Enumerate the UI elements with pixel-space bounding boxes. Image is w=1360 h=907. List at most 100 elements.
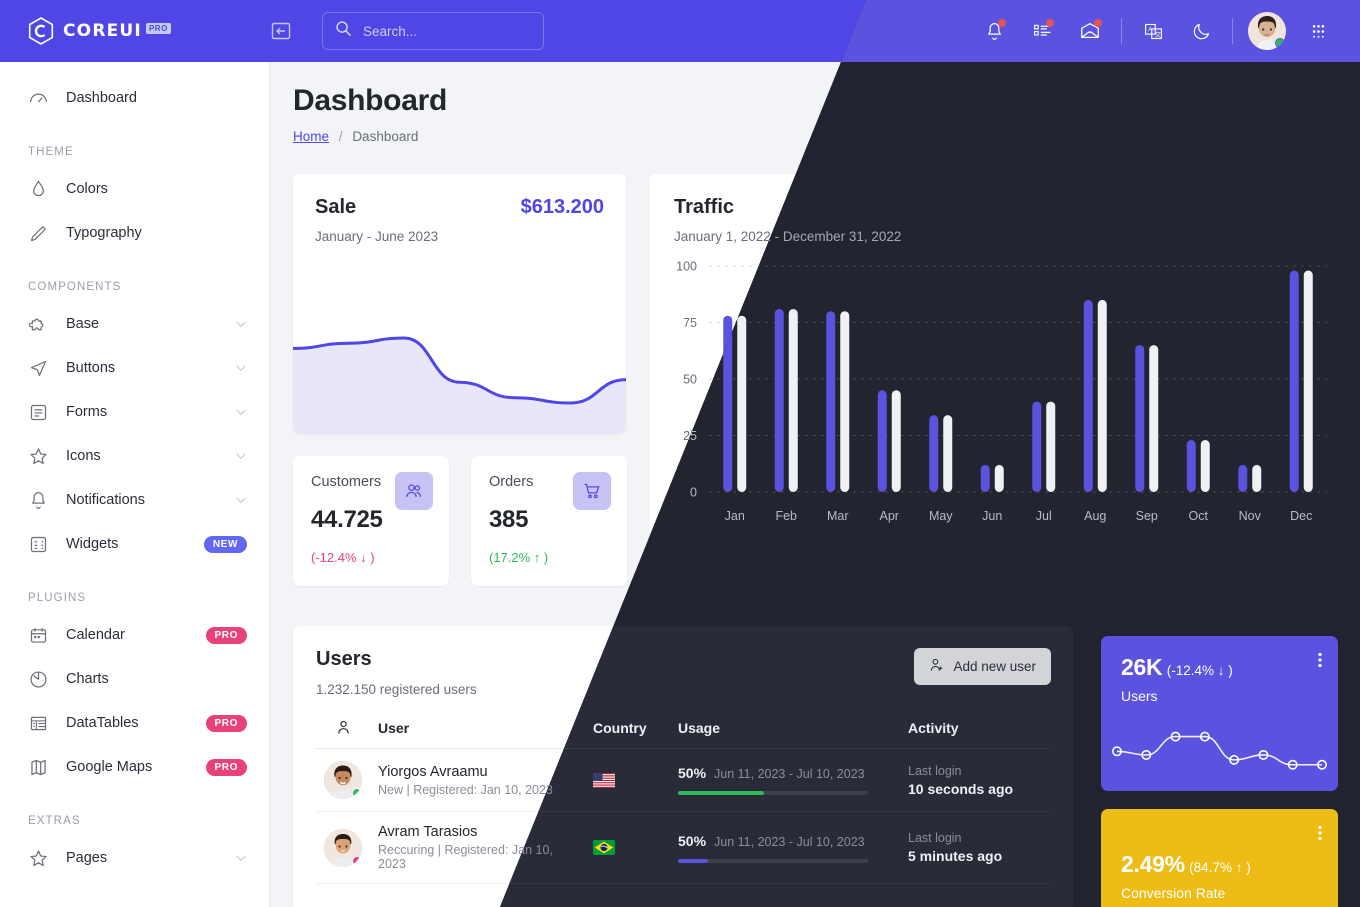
sidebar-badge-pro: PRO bbox=[205, 758, 247, 776]
sidebar-item-label: Widgets bbox=[66, 536, 119, 552]
mini-cards-row: Customers 44.725 (-12.4% ↓ ) Orders 385 bbox=[293, 456, 627, 586]
sidebar-badge-new: NEW bbox=[203, 535, 247, 553]
sidebar-item-label: Google Maps bbox=[66, 759, 153, 775]
svg-text:Sep: Sep bbox=[1136, 509, 1158, 523]
svg-text:Nov: Nov bbox=[1239, 509, 1262, 523]
add-user-button[interactable]: Add new user bbox=[914, 648, 1051, 685]
sidebar-item-google-maps[interactable]: Google Maps PRO bbox=[0, 745, 269, 789]
customers-delta: (-12.4% ↓ ) bbox=[311, 550, 375, 565]
sidebar: Dashboard THEME Colors Typography COMPONENTS… bbox=[0, 62, 270, 907]
svg-text:Apr: Apr bbox=[880, 509, 899, 523]
sidebar-section-title: COMPONENTS bbox=[28, 281, 122, 293]
widget-column: 26K (-12.4% ↓ ) Users 2.49% (84.7% ↑ ) C… bbox=[1101, 636, 1338, 907]
cell-activity: Last login 5 minutes ago bbox=[900, 811, 1050, 884]
search-input[interactable] bbox=[363, 23, 523, 39]
users-title: Users bbox=[316, 648, 372, 670]
avatar[interactable] bbox=[1248, 12, 1286, 50]
status-badge bbox=[352, 855, 362, 866]
add-user-label: Add new user bbox=[953, 659, 1036, 674]
cell-usage: 50% Jun 11, 2023 - Jul 10, 2023 bbox=[670, 811, 900, 884]
orders-card: Orders 385 (17.2% ↑ ) bbox=[471, 456, 627, 586]
translate-icon[interactable]: A 文 bbox=[1129, 11, 1177, 51]
sidebar-item-notifications[interactable]: Notifications bbox=[0, 478, 269, 522]
svg-text:Dec: Dec bbox=[1290, 509, 1312, 523]
cell-country bbox=[585, 748, 670, 812]
sidebar-item-icons[interactable]: Icons bbox=[0, 434, 269, 478]
star-icon bbox=[28, 848, 49, 869]
map-icon bbox=[28, 757, 49, 778]
moon-icon[interactable] bbox=[1177, 11, 1225, 51]
svg-text:Jul: Jul bbox=[1036, 509, 1052, 523]
brand-pro-badge: PRO bbox=[145, 22, 171, 34]
sidebar-item-widgets[interactable]: Widgets NEW bbox=[0, 522, 269, 566]
sidebar-badge-pro: PRO bbox=[205, 626, 247, 644]
cell-activity: Last login 10 seconds ago bbox=[900, 748, 1050, 812]
sidebar-item-pages[interactable]: Pages bbox=[0, 836, 269, 880]
table-row[interactable]: Avram Tarasios Reccuring | Registered: Ja… bbox=[316, 811, 1050, 884]
svg-text:Mar: Mar bbox=[827, 509, 849, 523]
chevron-down-icon bbox=[235, 450, 247, 462]
grid-icon[interactable] bbox=[1294, 11, 1342, 51]
sidebar-item-typography[interactable]: Typography bbox=[0, 211, 269, 255]
sidebar-item-datatables[interactable]: DataTables PRO bbox=[0, 701, 269, 745]
sidebar-item-charts[interactable]: Charts bbox=[0, 657, 269, 701]
calculator-icon bbox=[28, 534, 49, 555]
header-divider-1 bbox=[1121, 18, 1122, 44]
header-divider-2 bbox=[1232, 18, 1233, 44]
sidebar-item-label: DataTables bbox=[66, 715, 139, 731]
sale-title: Sale bbox=[315, 196, 357, 218]
breadcrumb-home[interactable]: Home bbox=[293, 129, 329, 144]
svg-text:75: 75 bbox=[683, 316, 697, 330]
sidebar-item-dashboard[interactable]: Dashboard bbox=[0, 76, 269, 120]
sidebar-item-label: Charts bbox=[66, 671, 109, 687]
sidebar-item-forms[interactable]: Forms bbox=[0, 390, 269, 434]
activity-value: 5 minutes ago bbox=[908, 848, 1003, 864]
bell-badge-dot bbox=[998, 19, 1006, 27]
envelope-icon[interactable] bbox=[1066, 11, 1114, 51]
table-icon bbox=[28, 713, 49, 734]
envelope-badge-dot bbox=[1094, 19, 1102, 27]
conversion-widget-delta: (84.7% ↑ ) bbox=[1189, 860, 1251, 875]
breadcrumb-current: Dashboard bbox=[352, 129, 419, 144]
users-card: Users 1.232.150 registered users Add new… bbox=[293, 626, 1073, 907]
svg-text:0: 0 bbox=[690, 486, 697, 500]
svg-text:50: 50 bbox=[683, 373, 697, 387]
orders-delta: (17.2% ↑ ) bbox=[489, 550, 549, 565]
page-title: Dashboard bbox=[293, 84, 447, 117]
sale-amount: $613.200 bbox=[520, 196, 604, 218]
brand-text: COREUI bbox=[63, 21, 142, 41]
cell-avatar bbox=[316, 748, 370, 812]
user-name: Avram Tarasios bbox=[378, 824, 478, 840]
breadcrumb: Home / Dashboard bbox=[293, 129, 1338, 144]
calendar-icon bbox=[28, 625, 49, 646]
users-table-wrap: User Country Usage Activity Yiorgos Avra… bbox=[293, 719, 1073, 884]
users-widget-label: Users bbox=[1121, 688, 1158, 704]
chart-pie-icon bbox=[28, 669, 49, 690]
speedometer-icon bbox=[28, 88, 49, 109]
widget-menu-icon[interactable] bbox=[1318, 825, 1322, 846]
sidebar-item-colors[interactable]: Colors bbox=[0, 167, 269, 211]
sidebar-item-buttons[interactable]: Buttons bbox=[0, 346, 269, 390]
svg-text:A: A bbox=[1148, 26, 1153, 33]
bell-icon bbox=[28, 490, 49, 511]
svg-text:Oct: Oct bbox=[1189, 509, 1209, 523]
table-row[interactable]: Yiorgos Avraamu New | Registered: Jan 10,… bbox=[316, 748, 1050, 812]
pencil-icon bbox=[28, 223, 49, 244]
sidebar-item-calendar[interactable]: Calendar PRO bbox=[0, 613, 269, 657]
activity-label: Last login bbox=[908, 763, 962, 778]
sidebar-section-title: PLUGINS bbox=[28, 592, 87, 604]
bell-icon[interactable] bbox=[970, 11, 1018, 51]
users-card-header: Users 1.232.150 registered users Add new… bbox=[293, 626, 1073, 697]
sidebar-item-label: Notifications bbox=[66, 492, 145, 508]
sale-card-header: Sale $613.200 bbox=[293, 174, 626, 219]
list-badge-dot bbox=[1046, 19, 1054, 27]
sidebar-item-base[interactable]: Base bbox=[0, 302, 269, 346]
brand[interactable]: COREUI PRO bbox=[0, 17, 270, 45]
cell-usage: 50% Jun 11, 2023 - Jul 10, 2023 bbox=[670, 748, 900, 812]
search-box[interactable] bbox=[322, 12, 544, 50]
sidebar-collapse-icon[interactable] bbox=[270, 20, 292, 42]
us-flag bbox=[593, 772, 615, 788]
list-icon[interactable] bbox=[1018, 11, 1066, 51]
widget-menu-icon[interactable] bbox=[1318, 652, 1322, 673]
sidebar-section-title: THEME bbox=[28, 146, 74, 158]
